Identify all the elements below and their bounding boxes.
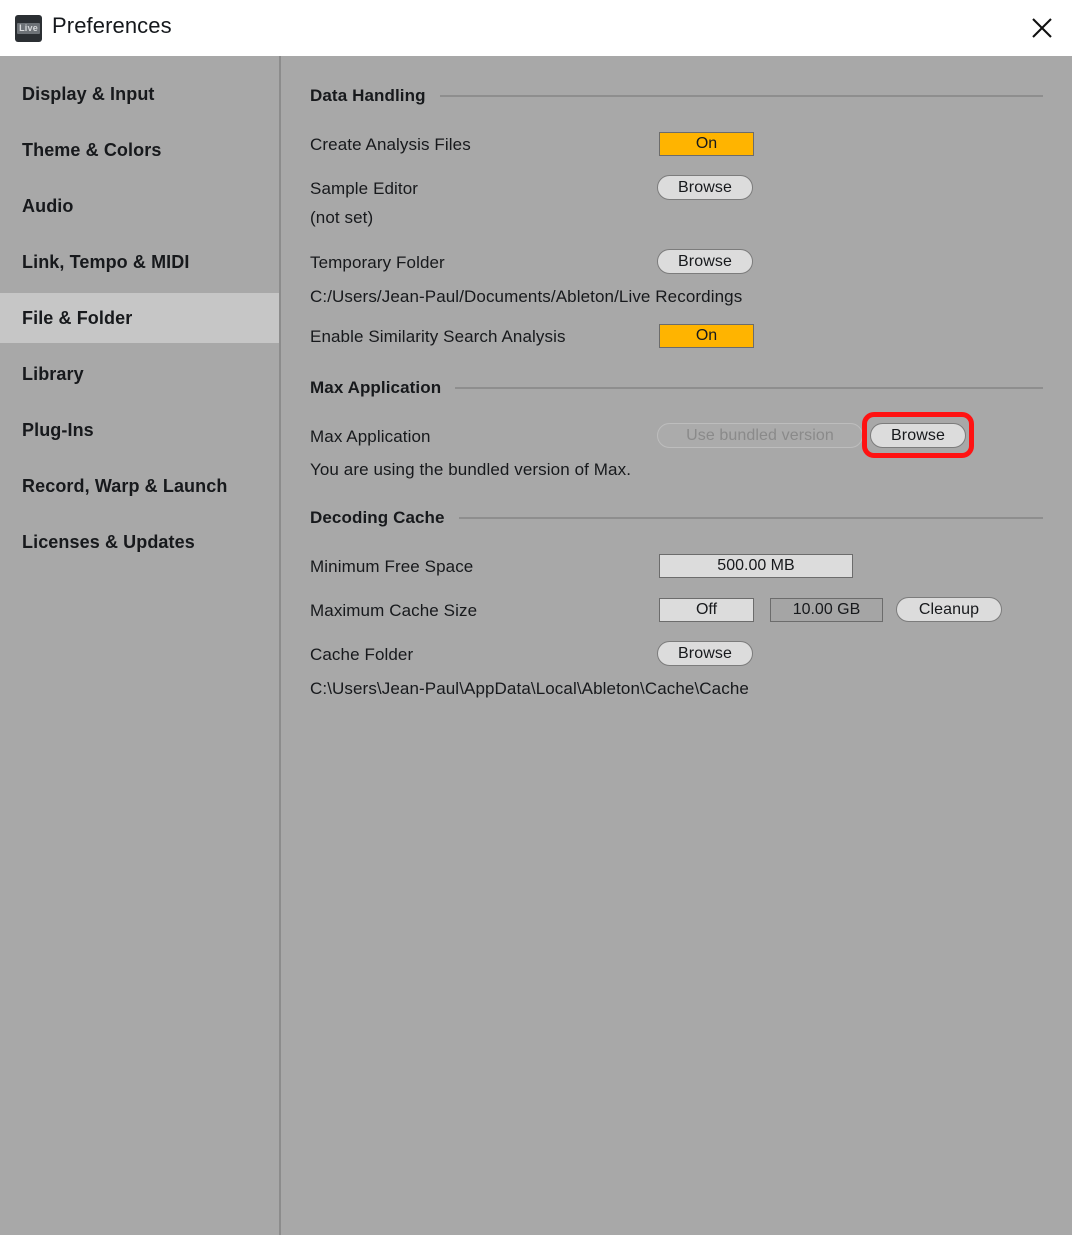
minimum-free-space-field[interactable]: 500.00 MB [659,554,853,578]
page-title: Preferences [52,13,172,38]
settings-panel: Data Handling Create Analysis Files On S… [281,56,1072,1235]
cache-folder-path: C:\Users\Jean-Paul\AppData\Local\Ableton… [310,679,749,698]
toggle-create-analysis-files[interactable]: On [659,132,754,156]
sidebar-item-licenses-updates[interactable]: Licenses & Updates [0,517,279,567]
sidebar-item-link-tempo-midi[interactable]: Link, Tempo & MIDI [0,237,279,287]
cache-folder-browse-button[interactable]: Browse [657,641,753,666]
sidebar-item-theme-colors[interactable]: Theme & Colors [0,125,279,175]
sidebar-item-plug-ins[interactable]: Plug-Ins [0,405,279,455]
close-button[interactable] [1020,6,1064,50]
maximum-cache-size-field[interactable]: 10.00 GB [770,598,883,622]
maximum-cache-size-toggle[interactable]: Off [659,598,754,622]
section-header-max-application: Max Application [310,378,1043,398]
title-bar: Live Preferences [0,0,1072,56]
temporary-folder-path: C:/Users/Jean-Paul/Documents/Ableton/Liv… [310,287,743,306]
label-max-application: Max Application [310,427,431,446]
sidebar-item-display-input[interactable]: Display & Input [0,69,279,119]
section-header-decoding-cache: Decoding Cache [310,508,1043,528]
max-application-browse-button[interactable]: Browse [870,423,966,448]
max-application-status: You are using the bundled version of Max… [310,460,632,479]
section-rule [458,517,1043,519]
ableton-live-logo-icon: Live [15,15,42,42]
sidebar-item-record-warp-launch[interactable]: Record, Warp & Launch [0,461,279,511]
label-cache-folder: Cache Folder [310,645,414,664]
section-title: Data Handling [310,86,426,105]
section-title: Max Application [310,378,442,397]
preferences-window: Live Preferences Display & Input Theme &… [0,0,1072,1235]
logo-text: Live [17,23,40,34]
sidebar-item-audio[interactable]: Audio [0,181,279,231]
section-rule [439,95,1043,97]
cache-cleanup-button[interactable]: Cleanup [896,597,1002,622]
close-icon [1032,18,1052,38]
toggle-similarity-search[interactable]: On [659,324,754,348]
sidebar: Display & Input Theme & Colors Audio Lin… [0,56,279,1235]
sample-editor-browse-button[interactable]: Browse [657,175,753,200]
label-minimum-free-space: Minimum Free Space [310,557,474,576]
temporary-folder-browse-button[interactable]: Browse [657,249,753,274]
sidebar-item-library[interactable]: Library [0,349,279,399]
max-application-version-field: Use bundled version [657,423,863,448]
section-header-data-handling: Data Handling [310,86,1043,106]
label-maximum-cache-size: Maximum Cache Size [310,601,478,620]
label-sample-editor: Sample Editor [310,179,419,198]
label-temporary-folder: Temporary Folder [310,253,445,272]
label-create-analysis-files: Create Analysis Files [310,135,471,154]
section-rule [455,387,1043,389]
sidebar-item-file-folder[interactable]: File & Folder [0,293,279,343]
sample-editor-path: (not set) [310,208,374,227]
label-similarity-search: Enable Similarity Search Analysis [310,327,566,346]
section-title: Decoding Cache [310,508,445,527]
